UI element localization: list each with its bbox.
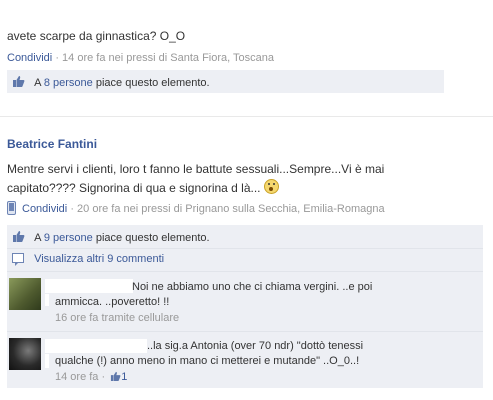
comment-text-line1: Noi ne abbiamo uno che ci chiama vergini… (132, 281, 373, 293)
post2-share-link[interactable]: Condividi (22, 203, 67, 215)
commenter-name-redacted (45, 279, 133, 293)
commenter-avatar[interactable] (9, 278, 41, 310)
like-thumb-icon (12, 230, 25, 242)
post2-message-line1: Mentre servi i clienti, loro t fanno le … (7, 162, 385, 176)
post2-likes-count-link[interactable]: 9 persone (44, 232, 93, 244)
post2-likes-box: A 9 persone piace questo elemento. (7, 225, 483, 248)
post1-time: 14 ore fa nei pressi di Santa Fiora, Tos… (62, 52, 275, 64)
comment-bubble-icon (12, 253, 24, 266)
comment-time: 14 ore fa · (55, 371, 106, 383)
comment-text-line2: ammicca. ..poveretto! !! (55, 296, 170, 308)
comment-text-line2: qualche (!) anno meno in mano ci mettere… (55, 355, 360, 367)
post-divider (0, 116, 493, 117)
post2-author[interactable]: Beatrice Fantini (7, 137, 97, 151)
comment-text-line1: ..la sig.a Antonia (over 70 ndr) "dottò … (147, 340, 364, 352)
post2-message: Mentre servi i clienti, loro t fanno le … (7, 160, 487, 198)
post1-likes-prefix: A (34, 77, 41, 89)
post2-likes-prefix: A (34, 232, 41, 244)
comment-item: ..la sig.a Antonia (over 70 ndr) "dottò … (7, 332, 483, 388)
post1-likes-suffix: piace questo elemento. (95, 77, 210, 89)
post1-share-link[interactable]: Condividi (7, 52, 52, 64)
view-comments-row: Visualizza altri 9 commenti (7, 249, 483, 271)
comment-item: Noi ne abbiamo uno che ci chiama vergini… (7, 272, 483, 331)
post1-likes-count-link[interactable]: 8 persone (44, 77, 93, 89)
view-more-comments-link[interactable]: Visualizza altri 9 commenti (34, 253, 164, 265)
comment-like-count[interactable]: 1 (121, 371, 127, 383)
like-thumb-icon (12, 75, 25, 87)
mobile-phone-icon (7, 201, 16, 215)
post2-time: 20 ore fa nei pressi di Prignano sulla S… (77, 203, 385, 215)
post2-meta: Condividi · 20 ore fa nei pressi di Prig… (7, 201, 385, 215)
post2-message-line2: capitato???? Signorina di qua e signorin… (7, 179, 487, 198)
comment-text: Noi ne abbiamo uno che ci chiama vergini… (132, 280, 372, 295)
commenter-avatar[interactable] (9, 338, 41, 370)
comment-meta: 14 ore fa · 1 (55, 371, 127, 384)
redaction-edge (45, 354, 49, 368)
post1-likes-box: A 8 persone piace questo elemento. (7, 70, 444, 93)
post2-likes-suffix: piace questo elemento. (95, 232, 210, 244)
post1-meta: Condividi · 14 ore fa nei pressi di Sant… (7, 52, 274, 64)
post1-message: avete scarpe da ginnastica? O_O (7, 29, 186, 43)
redaction-edge (45, 294, 49, 306)
commenter-name-redacted (45, 339, 147, 353)
comment-meta: 16 ore fa tramite cellulare (55, 312, 180, 324)
surprised-emoticon-icon (263, 179, 279, 194)
comment-like-thumb-icon[interactable] (110, 371, 121, 384)
